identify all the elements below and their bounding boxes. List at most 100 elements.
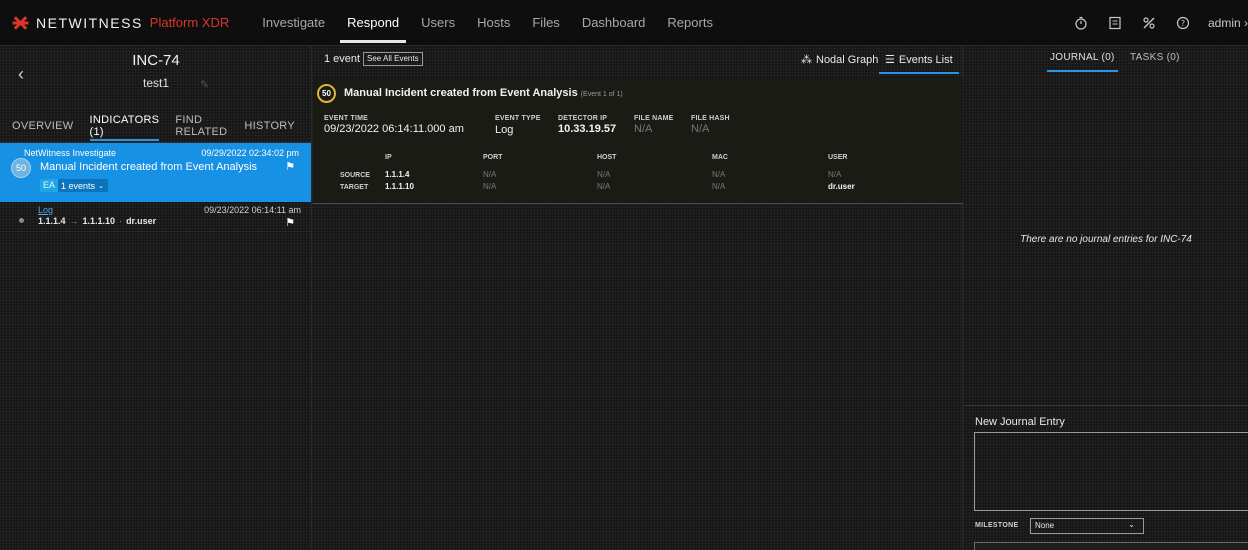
target-host: N/A [597, 182, 611, 191]
new-journal-entry: New Journal Entry MILESTONE None ⌄ [964, 405, 1248, 550]
brand-name: NETWITNESS [36, 14, 143, 31]
source-host: N/A [597, 170, 611, 179]
tab-history[interactable]: HISTORY [244, 109, 295, 143]
milestone-label: MILESTONE [975, 522, 1019, 529]
nav-respond[interactable]: Respond [336, 0, 410, 46]
nodal-graph-label: Nodal Graph [816, 53, 879, 66]
indicator-source: NetWitness Investigate [24, 148, 117, 158]
target-port: N/A [483, 182, 497, 191]
top-bar: NETWITNESS Platform XDR Investigate Resp… [0, 0, 1248, 46]
stopwatch-icon[interactable] [1064, 0, 1098, 46]
see-all-events-button[interactable]: See All Events [363, 52, 423, 66]
event-type-label: EVENT TYPE [495, 115, 541, 122]
event-row[interactable]: Log 09/23/2022 06:14:11 am 1.1.1.4 → 1.1.1… [0, 202, 311, 232]
target-ip[interactable]: 1.1.1.10 [385, 182, 414, 191]
brand-subtitle: Platform XDR [149, 15, 230, 30]
events-panel: 1 event See All Events ⁂ Nodal Graph ☰ Eve… [313, 46, 963, 550]
incident-id: INC-74 [132, 52, 180, 69]
help-icon[interactable]: ? [1166, 0, 1200, 46]
indicator-risk-score: 50 [11, 158, 31, 178]
event-card[interactable]: 50 Manual Incident created from Event An… [313, 78, 963, 204]
row-target-label: TARGET [340, 184, 369, 191]
journal-entry-input[interactable] [974, 432, 1248, 511]
row-source-label: SOURCE [340, 172, 370, 179]
incident-tabs: OVERVIEW INDICATORS (1) FIND RELATED HIS… [0, 109, 311, 143]
incident-name[interactable]: test1 [0, 76, 312, 90]
user-menu[interactable]: admin › [1208, 16, 1248, 30]
event-date: 09/23/2022 06:14:11 am [204, 205, 301, 215]
tab-indicators[interactable]: INDICATORS (1) [89, 109, 160, 143]
detector-ip-label: DETECTOR IP [558, 115, 608, 122]
event-count: 1 event [324, 53, 361, 65]
events-count: 1 events [61, 180, 96, 191]
tab-tasks[interactable]: TASKS (0) [1130, 52, 1180, 63]
top-right-tools: ? admin › [1064, 0, 1248, 46]
chevron-right-icon: › [1244, 16, 1248, 30]
milestone-select[interactable]: None ⌄ [1030, 518, 1144, 534]
separator-dot: · [119, 216, 123, 226]
edit-pencil-icon[interactable]: ✎ [200, 78, 209, 91]
column-ip: IP [385, 154, 392, 161]
tools-icon[interactable] [1132, 0, 1166, 46]
nav-reports[interactable]: Reports [656, 0, 724, 46]
event-time-label: EVENT TIME [324, 115, 369, 122]
svg-text:?: ? [1181, 19, 1185, 28]
tab-find-related[interactable]: FIND RELATED [175, 109, 228, 143]
file-name-label: FILE NAME [634, 115, 674, 122]
detector-ip-value: 10.33.19.57 [558, 123, 617, 135]
chevron-down-icon: ⌄ [1128, 520, 1135, 529]
nodal-graph-icon: ⁂ [801, 54, 812, 66]
submit-journal-button[interactable] [974, 542, 1248, 550]
event-target-ip: 1.1.1.10 [82, 216, 116, 226]
nav-files[interactable]: Files [521, 0, 570, 46]
tab-overview[interactable]: OVERVIEW [12, 109, 74, 143]
source-ip[interactable]: 1.1.1.4 [385, 170, 409, 179]
file-hash-label: FILE HASH [691, 115, 730, 122]
event-time-value: 09/23/2022 06:14:11.000 am [324, 123, 464, 135]
nav-investigate[interactable]: Investigate [251, 0, 336, 46]
tab-events-list[interactable]: ☰ Events List [879, 53, 959, 74]
flag-icon[interactable]: ⚑ [285, 160, 295, 173]
incident-header: ‹ INC-74 test1 ✎ [0, 46, 311, 109]
event-type-value: Log [495, 124, 514, 136]
source-tag: EA [40, 179, 59, 192]
indicator-date: 09/29/2022 02:34:02 pm [201, 148, 299, 158]
event-user: dr.user [126, 216, 157, 226]
source-user: N/A [828, 170, 842, 179]
main-nav: Investigate Respond Users Hosts Files Da… [251, 0, 724, 46]
flag-icon[interactable]: ⚑ [285, 216, 295, 229]
indicator-row[interactable]: NetWitness Investigate 09/29/2022 02:34:… [0, 143, 311, 202]
tab-journal[interactable]: JOURNAL (0) [1047, 52, 1118, 72]
indicator-events-dropdown[interactable]: EA 1 events ⌄ [40, 179, 108, 192]
tab-nodal-graph[interactable]: ⁂ Nodal Graph [801, 53, 879, 67]
events-toolbar: 1 event See All Events ⁂ Nodal Graph ☰ Eve… [313, 46, 962, 74]
list-icon: ☰ [885, 54, 895, 66]
chevron-down-icon: ⌄ [98, 182, 104, 190]
column-host: HOST [597, 154, 617, 161]
column-port: PORT [483, 154, 503, 161]
event-summary: 1.1.1.4 → 1.1.1.10 · dr.user [38, 216, 156, 226]
event-risk-score: 50 [317, 84, 336, 103]
events-list-label: Events List [898, 53, 953, 66]
timeline-dot [19, 218, 24, 223]
nav-hosts[interactable]: Hosts [466, 0, 521, 46]
target-user[interactable]: dr.user [828, 182, 855, 191]
milestone-value: None [1035, 521, 1055, 530]
event-type-link[interactable]: Log [38, 205, 53, 215]
file-hash-value: N/A [691, 123, 710, 135]
netwitness-logo-icon [10, 15, 32, 31]
nav-dashboard[interactable]: Dashboard [571, 0, 657, 46]
journal-tabs: JOURNAL (0) TASKS (0) [964, 46, 1248, 74]
nav-users[interactable]: Users [410, 0, 466, 46]
indicator-title: Manual Incident created from Event Analy… [40, 161, 258, 173]
logo[interactable]: NETWITNESS Platform XDR [10, 0, 229, 46]
journal-empty-message: There are no journal entries for INC-74 [1020, 234, 1192, 245]
column-mac: MAC [712, 154, 728, 161]
source-port: N/A [483, 170, 497, 179]
incident-panel: ‹ INC-74 test1 ✎ OVERVIEW INDICATORS (1)… [0, 46, 312, 550]
event-source-ip: 1.1.1.4 [38, 216, 66, 226]
notes-icon[interactable] [1098, 0, 1132, 46]
event-position: (Event 1 of 1) [580, 91, 623, 98]
user-name: admin [1207, 16, 1241, 30]
event-title-text: Manual Incident created from Event Analy… [344, 87, 578, 99]
